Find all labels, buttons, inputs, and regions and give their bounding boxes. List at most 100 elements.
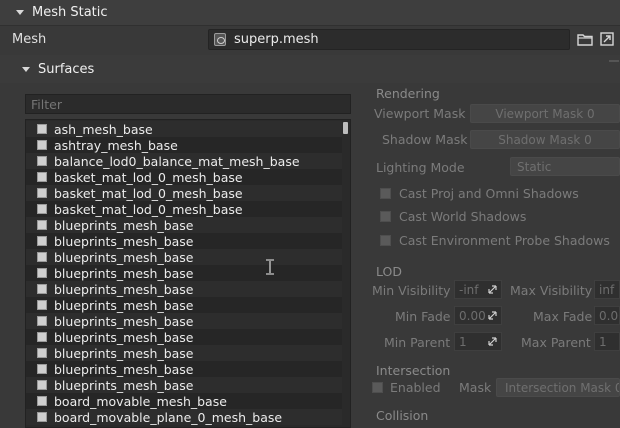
surface-list-item[interactable]: ash_mesh_base xyxy=(26,121,344,137)
surface-list-item[interactable]: blueprints_mesh_base xyxy=(26,345,344,361)
surface-name: basket_mat_lod_0_mesh_base xyxy=(54,185,243,201)
surface-checkbox[interactable] xyxy=(37,172,47,182)
lighting-mode-label: Lighting Mode xyxy=(376,160,465,175)
surface-checkbox[interactable] xyxy=(37,252,47,262)
surface-list-item[interactable]: blueprints_mesh_base xyxy=(26,233,344,249)
surface-list[interactable]: ash_mesh_base ashtray_mesh_base balance_lo… xyxy=(25,119,351,428)
surface-name: basket_mat_lod_0_mesh_base xyxy=(54,201,243,217)
surface-name: blueprints_mesh_base xyxy=(54,281,194,297)
surface-checkbox[interactable] xyxy=(37,188,47,198)
surface-checkbox[interactable] xyxy=(37,380,47,390)
surface-checkbox[interactable] xyxy=(37,156,47,166)
surface-checkbox[interactable] xyxy=(37,124,47,134)
surface-checkbox[interactable] xyxy=(37,140,47,150)
mesh-label: Mesh xyxy=(12,32,47,47)
surface-list-item[interactable]: blueprints_mesh_base xyxy=(26,217,344,233)
drag-arrows-icon[interactable] xyxy=(488,311,497,320)
open-folder-button[interactable] xyxy=(576,31,594,47)
surface-list-item[interactable]: blueprints_mesh_base xyxy=(26,329,344,345)
mesh-static-header[interactable]: Mesh Static xyxy=(0,0,620,26)
drag-arrows-icon[interactable] xyxy=(488,337,497,346)
intersection-mask-button[interactable]: Intersection Mask 0 xyxy=(496,378,620,397)
surface-name: blueprints_mesh_base xyxy=(54,217,194,233)
min-parent-field[interactable]: 1 xyxy=(454,332,502,351)
surface-list-item[interactable]: blueprints_mesh_base xyxy=(26,377,344,393)
surface-list-item[interactable]: blueprints_mesh_base xyxy=(26,361,344,377)
surface-filter-input[interactable] xyxy=(25,94,351,114)
surface-checkbox[interactable] xyxy=(37,220,47,230)
max-parent-field[interactable]: 1 xyxy=(594,332,620,351)
surface-name: blueprints_mesh_base xyxy=(54,249,194,265)
shadow-mask-label: Shadow Mask xyxy=(382,132,468,147)
open-external-button[interactable] xyxy=(598,31,616,47)
surface-list-item[interactable]: blueprints_mesh_base xyxy=(26,265,344,281)
surface-list-item[interactable]: blueprints_mesh_base xyxy=(26,297,344,313)
drag-arrows-icon[interactable] xyxy=(488,285,497,294)
text-cursor-icon xyxy=(266,259,274,275)
surface-checkbox[interactable] xyxy=(37,332,47,342)
divider xyxy=(609,60,619,62)
surface-checkbox[interactable] xyxy=(37,236,47,246)
surface-name: ash_mesh_base xyxy=(54,121,153,137)
surface-list-item[interactable]: ashtray_mesh_base xyxy=(26,137,344,153)
max-visibility-value: inf xyxy=(599,282,615,297)
shadow-mask-button[interactable]: Shadow Mask 0 xyxy=(470,130,620,149)
max-fade-label: Max Fade xyxy=(533,309,593,324)
surface-list-item[interactable]: board_movable_mesh_base xyxy=(26,393,344,409)
collapse-triangle-icon[interactable] xyxy=(16,10,24,15)
collapse-triangle-icon[interactable] xyxy=(22,66,30,72)
max-parent-value: 1 xyxy=(599,334,607,349)
min-parent-label: Min Parent xyxy=(384,335,451,350)
surface-checkbox[interactable] xyxy=(37,284,47,294)
mesh-static-title: Mesh Static xyxy=(32,5,108,20)
min-visibility-value: -inf xyxy=(459,282,479,297)
surface-list-item[interactable]: basket_mat_lod_0_mesh_base xyxy=(26,185,344,201)
max-visibility-field[interactable]: inf xyxy=(594,280,620,299)
mesh-asset-field[interactable]: superp.mesh xyxy=(208,29,570,50)
rendering-section-title: Rendering xyxy=(376,86,440,101)
intersection-enabled-label: Enabled xyxy=(390,380,441,395)
cast-world-checkbox[interactable] xyxy=(380,211,391,222)
intersection-enabled-checkbox[interactable] xyxy=(372,382,383,393)
surface-name: blueprints_mesh_base xyxy=(54,313,194,329)
scrollbar[interactable] xyxy=(342,120,350,427)
surface-checkbox[interactable] xyxy=(37,268,47,278)
surface-name: board_movable_mesh_base xyxy=(54,393,227,409)
surface-list-item[interactable]: board_movable_plane_0_mesh_base xyxy=(26,409,344,425)
min-fade-label: Min Fade xyxy=(395,309,451,324)
lighting-mode-select[interactable]: Static xyxy=(510,157,620,176)
surface-checkbox[interactable] xyxy=(37,364,47,374)
surfaces-header[interactable]: Surfaces xyxy=(0,55,620,83)
surface-name: basket_mat_lod_0_mesh_base xyxy=(54,169,243,185)
max-fade-field[interactable]: 0.00 xyxy=(594,306,620,325)
cast-env-probe-label: Cast Environment Probe Shadows xyxy=(399,233,610,248)
cast-proj-omni-label: Cast Proj and Omni Shadows xyxy=(399,186,579,201)
min-fade-field[interactable]: 0.00 xyxy=(454,306,502,325)
viewport-mask-button[interactable]: Viewport Mask 0 xyxy=(470,104,620,123)
scrollbar-thumb[interactable] xyxy=(343,122,348,134)
min-visibility-field[interactable]: -inf xyxy=(454,280,502,299)
surface-checkbox[interactable] xyxy=(37,300,47,310)
surface-name: blueprints_mesh_base xyxy=(54,377,194,393)
min-fade-value: 0.00 xyxy=(459,308,486,323)
surface-checkbox[interactable] xyxy=(37,412,47,422)
surface-name: blueprints_mesh_base xyxy=(54,345,194,361)
surface-list-item[interactable]: basket_mat_lod_0_mesh_base xyxy=(26,201,344,217)
surface-list-item[interactable]: blueprints_mesh_base xyxy=(26,313,344,329)
surface-checkbox[interactable] xyxy=(37,316,47,326)
surface-checkbox[interactable] xyxy=(37,396,47,406)
surface-list-item[interactable]: basket_mat_lod_0_mesh_base xyxy=(26,169,344,185)
open-external-icon xyxy=(600,32,614,46)
folder-icon xyxy=(577,33,593,46)
surface-list-item[interactable]: balance_lod0_balance_mat_mesh_base xyxy=(26,153,344,169)
surface-list-item[interactable]: blueprints_mesh_base xyxy=(26,249,344,265)
surface-name: blueprints_mesh_base xyxy=(54,329,194,345)
surface-name: blueprints_mesh_base xyxy=(54,265,194,281)
intersection-mask-label: Mask xyxy=(459,380,492,395)
surface-checkbox[interactable] xyxy=(37,348,47,358)
surface-list-item[interactable]: blueprints_mesh_base xyxy=(26,281,344,297)
surface-name: blueprints_mesh_base xyxy=(54,361,194,377)
surface-checkbox[interactable] xyxy=(37,204,47,214)
cast-env-probe-checkbox[interactable] xyxy=(380,235,391,246)
cast-proj-omni-checkbox[interactable] xyxy=(380,188,391,199)
